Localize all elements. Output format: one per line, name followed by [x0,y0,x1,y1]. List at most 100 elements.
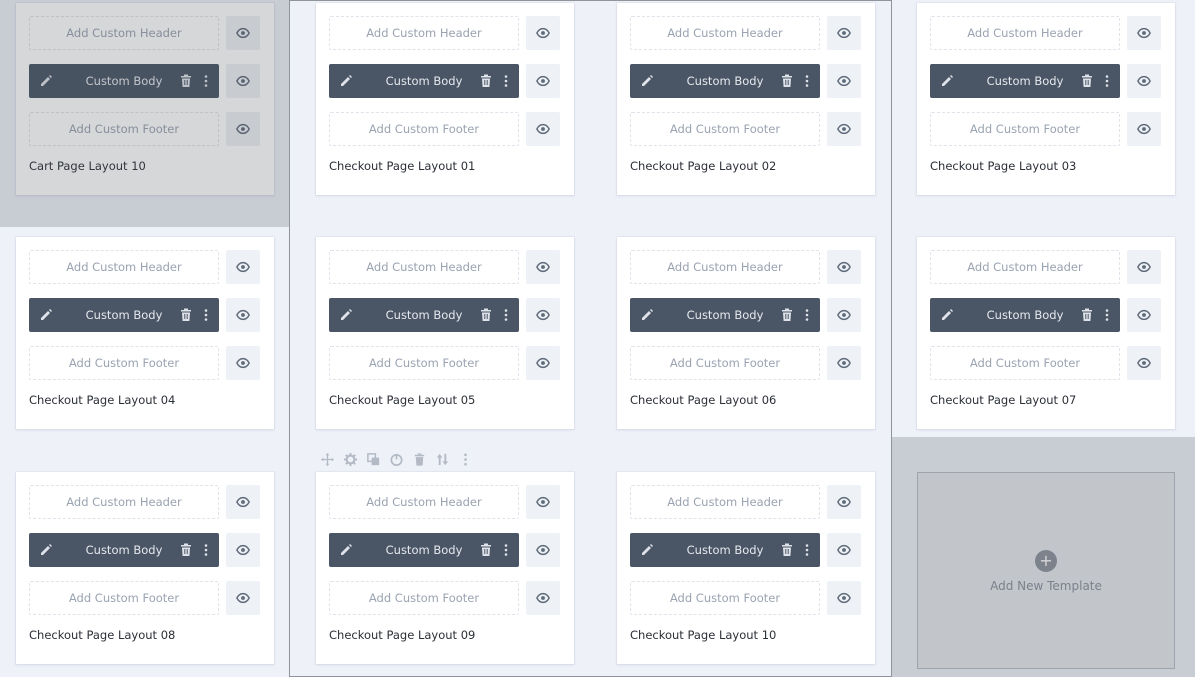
add-header-button[interactable]: Add Custom Header [930,16,1120,50]
eye-icon[interactable] [827,298,861,332]
eye-icon[interactable] [827,64,861,98]
custom-body-module[interactable]: Custom Body [630,533,820,567]
trash-icon[interactable] [180,543,192,557]
trash-icon[interactable] [781,308,793,322]
custom-body-module[interactable]: Custom Body [630,298,820,332]
trash-icon[interactable] [781,74,793,88]
add-header-button[interactable]: Add Custom Header [329,16,519,50]
eye-icon[interactable] [827,112,861,146]
more-icon[interactable] [503,543,509,557]
more-icon[interactable] [203,308,209,322]
eye-icon[interactable] [226,346,260,380]
eye-icon[interactable] [526,346,560,380]
trash-icon[interactable] [412,452,427,467]
eye-icon[interactable] [827,250,861,284]
eye-icon[interactable] [526,16,560,50]
pencil-icon[interactable] [940,308,954,322]
custom-body-module[interactable]: Custom Body [630,64,820,98]
add-header-button[interactable]: Add Custom Header [630,250,820,284]
add-header-button[interactable]: Add Custom Header [329,485,519,519]
eye-icon[interactable] [1127,250,1161,284]
template-title: Checkout Page Layout 04 [29,393,176,407]
add-footer-button[interactable]: Add Custom Footer [329,346,519,380]
power-icon[interactable] [389,452,404,467]
trash-icon[interactable] [480,543,492,557]
more-icon[interactable] [804,543,810,557]
eye-icon[interactable] [226,533,260,567]
add-footer-button[interactable]: Add Custom Footer [630,581,820,615]
add-footer-button[interactable]: Add Custom Footer [29,346,219,380]
custom-body-module[interactable]: Custom Body [329,64,519,98]
pencil-icon[interactable] [339,308,353,322]
eye-icon[interactable] [827,533,861,567]
more-icon[interactable] [503,308,509,322]
eye-icon[interactable] [526,485,560,519]
eye-icon[interactable] [1127,346,1161,380]
eye-icon[interactable] [1127,64,1161,98]
more-icon[interactable] [1104,308,1110,322]
footer-row: Add Custom Footer [29,346,261,380]
custom-body-module[interactable]: Custom Body [329,533,519,567]
eye-icon[interactable] [226,485,260,519]
move-icon[interactable] [320,452,335,467]
trash-icon[interactable] [1081,74,1093,88]
custom-body-module[interactable]: Custom Body [930,298,1120,332]
more-icon[interactable] [503,74,509,88]
eye-icon[interactable] [526,250,560,284]
custom-body-module[interactable]: Custom Body [29,298,219,332]
more-icon[interactable] [804,74,810,88]
eye-icon[interactable] [827,581,861,615]
add-header-button[interactable]: Add Custom Header [29,485,219,519]
more-icon[interactable] [458,452,473,467]
custom-body-module[interactable]: Custom Body [29,533,219,567]
eye-icon[interactable] [226,581,260,615]
eye-icon[interactable] [226,298,260,332]
pencil-icon[interactable] [940,74,954,88]
pencil-icon[interactable] [39,543,53,557]
custom-body-module[interactable]: Custom Body [329,298,519,332]
add-footer-button[interactable]: Add Custom Footer [29,581,219,615]
eye-icon[interactable] [526,581,560,615]
duplicate-icon[interactable] [366,452,381,467]
custom-body-module[interactable]: Custom Body [930,64,1120,98]
add-footer-button[interactable]: Add Custom Footer [329,112,519,146]
pencil-icon[interactable] [640,543,654,557]
add-footer-button[interactable]: Add Custom Footer [930,112,1120,146]
eye-icon[interactable] [827,16,861,50]
eye-icon[interactable] [827,346,861,380]
trash-icon[interactable] [480,308,492,322]
add-footer-button[interactable]: Add Custom Footer [930,346,1120,380]
pencil-icon[interactable] [39,308,53,322]
trash-icon[interactable] [1081,308,1093,322]
sort-icon[interactable] [435,452,450,467]
pencil-icon[interactable] [339,74,353,88]
eye-icon[interactable] [1127,298,1161,332]
add-header-button[interactable]: Add Custom Header [930,250,1120,284]
more-icon[interactable] [203,543,209,557]
eye-icon[interactable] [827,485,861,519]
eye-icon[interactable] [526,64,560,98]
trash-icon[interactable] [180,308,192,322]
eye-icon[interactable] [226,250,260,284]
add-header-button[interactable]: Add Custom Header [329,250,519,284]
template-title: Checkout Page Layout 01 [329,159,476,173]
add-footer-button[interactable]: Add Custom Footer [630,346,820,380]
add-header-button[interactable]: Add Custom Header [29,250,219,284]
eye-icon[interactable] [526,112,560,146]
pencil-icon[interactable] [339,543,353,557]
more-icon[interactable] [1104,74,1110,88]
add-footer-button[interactable]: Add Custom Footer [329,581,519,615]
more-icon[interactable] [804,308,810,322]
eye-icon[interactable] [526,298,560,332]
eye-icon[interactable] [1127,112,1161,146]
pencil-icon[interactable] [640,74,654,88]
trash-icon[interactable] [480,74,492,88]
add-footer-button[interactable]: Add Custom Footer [630,112,820,146]
trash-icon[interactable] [781,543,793,557]
add-header-button[interactable]: Add Custom Header [630,16,820,50]
eye-icon[interactable] [526,533,560,567]
settings-icon[interactable] [343,452,358,467]
add-header-button[interactable]: Add Custom Header [630,485,820,519]
eye-icon[interactable] [1127,16,1161,50]
pencil-icon[interactable] [640,308,654,322]
